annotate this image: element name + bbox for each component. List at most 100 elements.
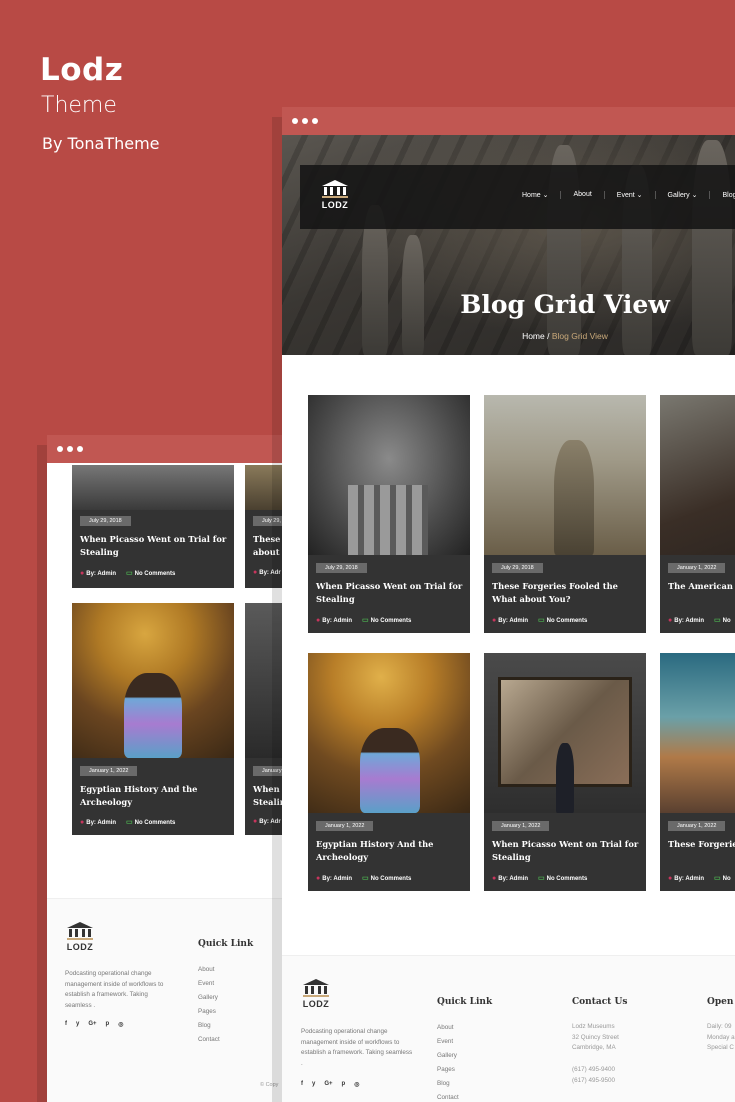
footer-link-gallery[interactable]: Gallery: [437, 1049, 459, 1063]
footer-link-pages[interactable]: Pages: [198, 1005, 220, 1019]
blog-card[interactable]: January 1, 2022 When Picasso Went on Tri…: [484, 653, 646, 891]
card-comments[interactable]: No Comments: [547, 618, 588, 624]
card-image[interactable]: [660, 395, 735, 555]
card-author[interactable]: By: Admin: [674, 876, 704, 882]
back-footer: LODZ Podcasting operational change manag…: [47, 898, 287, 1102]
nav-item-gallery[interactable]: Gallery ⌄: [656, 191, 711, 199]
phone-line[interactable]: (617) 495-9400: [572, 1065, 615, 1076]
footer-description: Podcasting operational change management…: [301, 1028, 413, 1067]
card-meta: ● By: Admin ▭ No Comments: [492, 874, 588, 883]
instagram-icon[interactable]: ◎: [118, 1021, 123, 1028]
card-comments[interactable]: No: [723, 876, 731, 882]
card-comments[interactable]: No Comments: [371, 876, 412, 882]
instagram-icon[interactable]: ◎: [354, 1081, 359, 1088]
blog-card[interactable]: January When I Stealin ● By: Adr: [245, 603, 287, 835]
page-hero: LODZ Home ⌄ About Event ⌄ Gallery ⌄ Blog…: [282, 135, 735, 355]
footer-link-contact[interactable]: Contact: [198, 1033, 220, 1047]
card-image[interactable]: [660, 653, 735, 813]
breadcrumb: Home / Blog Grid View: [282, 331, 735, 341]
card-comments[interactable]: No Comments: [135, 571, 176, 577]
google-plus-icon[interactable]: G+: [88, 1021, 96, 1028]
main-navbar: LODZ Home ⌄ About Event ⌄ Gallery ⌄ Blog…: [300, 165, 735, 229]
card-title[interactable]: When Picasso Went on Trial for Stealing: [492, 838, 642, 864]
footer-link-contact[interactable]: Contact: [437, 1091, 459, 1102]
site-logo[interactable]: LODZ: [320, 179, 350, 210]
blog-card[interactable]: January 1, 2022 These Forgeries about Yo…: [660, 653, 735, 891]
comment-icon: ▭: [362, 875, 369, 882]
window-titlebar: [282, 107, 735, 135]
phone-line[interactable]: (617) 495-9500: [572, 1076, 615, 1087]
address-line: Lodz Museums: [572, 1023, 615, 1030]
footer-logo[interactable]: LODZ: [301, 978, 331, 1009]
twitter-icon[interactable]: y: [312, 1081, 315, 1088]
twitter-icon[interactable]: y: [76, 1021, 79, 1028]
card-author[interactable]: By: Admin: [674, 618, 704, 624]
footer-quicklink-title: Quick Link: [198, 939, 254, 949]
footer-link-event[interactable]: Event: [437, 1035, 459, 1049]
footer-link-gallery[interactable]: Gallery: [198, 991, 220, 1005]
footer-link-blog[interactable]: Blog: [198, 1019, 220, 1033]
card-image[interactable]: [308, 395, 470, 555]
pinterest-icon[interactable]: p: [106, 1021, 110, 1028]
facebook-icon[interactable]: f: [301, 1081, 303, 1088]
card-author[interactable]: By: Admin: [86, 571, 116, 577]
nav-item-blog[interactable]: Blog ⌄: [710, 191, 735, 199]
card-image[interactable]: [484, 395, 646, 555]
user-icon: ●: [80, 569, 85, 577]
card-title[interactable]: When Picasso Went on Trial for Stealing: [316, 580, 466, 606]
blog-card[interactable]: January 1, 2022 Egyptian History And the…: [308, 653, 470, 891]
comment-icon: ▭: [362, 617, 369, 624]
address-line: Cambridge, MA: [572, 1044, 616, 1051]
card-comments[interactable]: No: [723, 618, 731, 624]
card-author[interactable]: By: Admin: [86, 820, 116, 826]
card-comments[interactable]: No Comments: [371, 618, 412, 624]
card-meta: ● By: Admin ▭ No Comments: [492, 616, 588, 625]
card-comments[interactable]: No Comments: [135, 820, 176, 826]
brand-subtitle: Theme: [41, 93, 117, 118]
blog-card[interactable]: July 29, 2018 When Picasso Went on Trial…: [72, 465, 234, 588]
blog-card[interactable]: January 1, 2022 Egyptian History And the…: [72, 603, 234, 835]
card-author[interactable]: By: Adr: [259, 570, 280, 576]
nav-item-about[interactable]: About: [561, 191, 605, 199]
card-image[interactable]: [308, 653, 470, 813]
blog-card[interactable]: July 29, 2018 These Forgeries Fooled the…: [484, 395, 646, 633]
card-image[interactable]: [245, 603, 287, 758]
footer-phones: (617) 495-9400 (617) 495-9500: [572, 1065, 615, 1086]
card-title[interactable]: Egyptian History And the Archeology: [316, 838, 466, 864]
statue-figure: [554, 440, 594, 555]
card-author[interactable]: By: Admin: [498, 876, 528, 882]
card-title[interactable]: These Forgeries Fooled the What about Yo…: [492, 580, 642, 606]
footer-link-about[interactable]: About: [198, 963, 220, 977]
card-image[interactable]: [484, 653, 646, 813]
card-image[interactable]: [72, 465, 234, 510]
breadcrumb-home[interactable]: Home: [522, 331, 545, 341]
card-author[interactable]: By: Admin: [322, 618, 352, 624]
footer-link-about[interactable]: About: [437, 1021, 459, 1035]
footer-logo[interactable]: LODZ: [65, 921, 95, 952]
footer-link-pages[interactable]: Pages: [437, 1063, 459, 1077]
card-title[interactable]: The American B Canvas: [668, 580, 735, 593]
hours-line: Special C: [707, 1044, 734, 1051]
facebook-icon[interactable]: f: [65, 1021, 67, 1028]
blog-card[interactable]: July 29, 2 These I about Y ● By: Adr: [245, 465, 287, 588]
nav-item-home[interactable]: Home ⌄: [510, 191, 562, 199]
comment-icon: ▭: [714, 875, 721, 882]
card-author[interactable]: By: Adr: [259, 819, 280, 825]
card-title[interactable]: Egyptian History And the Archeology: [80, 783, 230, 809]
card-image[interactable]: [72, 603, 234, 758]
card-title[interactable]: These Forgeries about You?: [668, 838, 735, 851]
card-author[interactable]: By: Admin: [322, 876, 352, 882]
card-author[interactable]: By: Admin: [498, 618, 528, 624]
pinterest-icon[interactable]: p: [342, 1081, 346, 1088]
brand-title: Lodz: [40, 52, 124, 88]
nav-item-event[interactable]: Event ⌄: [605, 191, 656, 199]
card-title[interactable]: When Picasso Went on Trial for Stealing: [80, 533, 230, 559]
footer-link-blog[interactable]: Blog: [437, 1077, 459, 1091]
card-comments[interactable]: No Comments: [547, 876, 588, 882]
footer-link-event[interactable]: Event: [198, 977, 220, 991]
google-plus-icon[interactable]: G+: [324, 1081, 332, 1088]
blog-card[interactable]: July 29, 2018 When Picasso Went on Trial…: [308, 395, 470, 633]
card-image[interactable]: [245, 465, 287, 510]
blog-card[interactable]: January 1, 2022 The American B Canvas ●B…: [660, 395, 735, 633]
breadcrumb-current: Blog Grid View: [551, 331, 608, 341]
